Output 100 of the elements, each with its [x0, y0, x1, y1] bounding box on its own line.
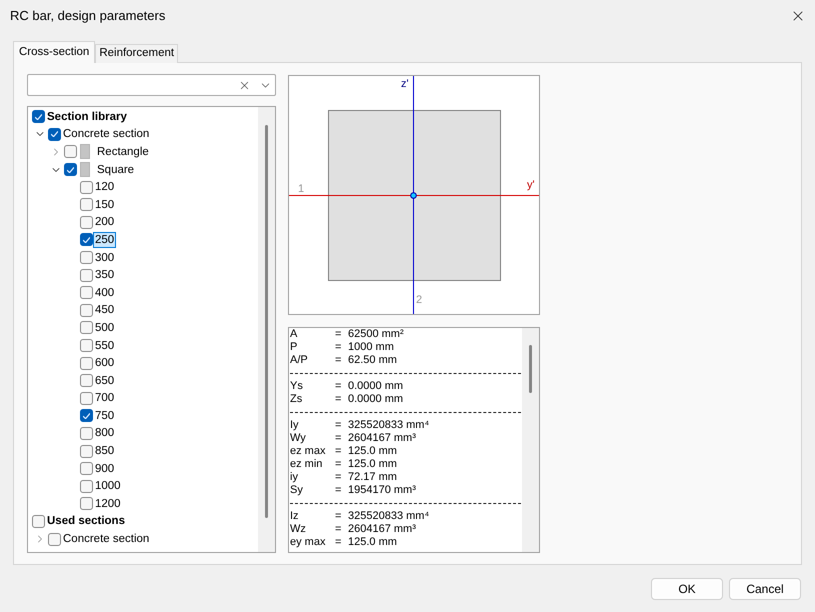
- property-name: Wy: [290, 432, 307, 445]
- tree-item-label[interactable]: 500: [93, 320, 116, 336]
- equals-sign: =: [335, 432, 342, 445]
- property-name: Wz: [290, 523, 307, 536]
- tree-item-label[interactable]: Square: [95, 162, 136, 178]
- centroid-dot-icon: [410, 192, 417, 199]
- checkmark-icon: [83, 236, 90, 243]
- tree-item-label[interactable]: 750: [93, 408, 116, 424]
- tree-item-label[interactable]: 450: [93, 302, 116, 318]
- checkbox[interactable]: [48, 128, 61, 141]
- tree-item-label[interactable]: Concrete section: [61, 126, 152, 142]
- checkbox[interactable]: [64, 163, 77, 176]
- equals-sign: =: [335, 484, 342, 497]
- checkbox[interactable]: [80, 356, 93, 370]
- equals-sign: =: [335, 471, 342, 484]
- checkbox[interactable]: [80, 497, 93, 510]
- tree-item-label[interactable]: 1200: [93, 496, 123, 512]
- tree-item-label[interactable]: 250: [93, 232, 116, 248]
- checkbox[interactable]: [80, 409, 93, 422]
- tree-item-label[interactable]: 600: [93, 355, 116, 372]
- property-name: ey max: [290, 536, 326, 549]
- property-value: 62.50 mm: [348, 354, 397, 367]
- property-value: 325520833 mm⁴: [348, 419, 430, 432]
- checkbox[interactable]: [80, 251, 93, 264]
- property-name: ez min: [290, 458, 324, 471]
- checkbox[interactable]: [80, 321, 93, 334]
- window-title: RC bar, design parameters: [10, 7, 166, 26]
- checkbox[interactable]: [80, 216, 93, 229]
- z-axis-label: z': [401, 78, 409, 90]
- y-axis-label: y': [527, 179, 535, 191]
- tree-item-label[interactable]: Concrete section: [61, 531, 152, 548]
- checkbox[interactable]: [80, 198, 93, 212]
- checkbox[interactable]: [80, 304, 93, 317]
- property-value: 2604167 mm³: [348, 523, 416, 536]
- point-label: 1: [298, 183, 304, 195]
- equals-sign: =: [335, 536, 342, 549]
- checkbox[interactable]: [80, 444, 93, 458]
- checkbox[interactable]: [80, 374, 93, 388]
- tree-item-label[interactable]: 550: [93, 338, 116, 354]
- scrollbar-thumb[interactable]: [529, 345, 532, 393]
- scrollbar-thumb[interactable]: [265, 125, 268, 518]
- equals-sign: =: [335, 523, 342, 536]
- checkbox[interactable]: [80, 339, 93, 352]
- scrollbar-track[interactable]: [258, 107, 275, 552]
- property-value: 0.0000 mm: [348, 393, 404, 406]
- shape-swatch-icon: [80, 144, 90, 160]
- tree-item-label[interactable]: 350: [93, 267, 116, 284]
- tree-item-label[interactable]: 400: [93, 284, 116, 301]
- property-name: Iz: [290, 510, 300, 523]
- checkmark-icon: [83, 412, 90, 419]
- property-value: 125.0 mm: [348, 536, 397, 549]
- checkbox[interactable]: [80, 268, 93, 282]
- tree-item-label[interactable]: 850: [93, 443, 116, 460]
- tree-item-label[interactable]: Used sections: [45, 513, 127, 530]
- property-value: 1000 mm: [348, 341, 394, 354]
- equals-sign: =: [335, 419, 342, 432]
- checkbox[interactable]: [80, 233, 93, 246]
- tree-item-label[interactable]: 900: [93, 460, 116, 477]
- property-value: 72.17 mm: [348, 471, 397, 484]
- checkmark-icon: [51, 131, 58, 138]
- tree-item-label[interactable]: 300: [93, 250, 116, 266]
- property-value: 2604167 mm³: [348, 432, 416, 445]
- equals-sign: =: [335, 354, 342, 367]
- tree-item-label[interactable]: 120: [93, 179, 116, 196]
- property-name: P: [290, 341, 298, 354]
- tree-item-label[interactable]: 700: [93, 390, 116, 406]
- tree-item-label[interactable]: 1000: [93, 478, 123, 494]
- tree-item-label[interactable]: 800: [93, 425, 116, 442]
- tree-item-label[interactable]: 150: [93, 196, 116, 213]
- checkbox[interactable]: [80, 462, 93, 476]
- checkbox[interactable]: [80, 392, 93, 405]
- equals-sign: =: [335, 510, 342, 523]
- checkbox[interactable]: [80, 480, 93, 493]
- tree-item-label[interactable]: Section library: [45, 108, 129, 125]
- checkbox[interactable]: [48, 532, 61, 546]
- tab[interactable]: Reinforcement: [95, 44, 178, 63]
- checkmark-icon: [35, 114, 42, 120]
- tree-item-label[interactable]: 200: [93, 214, 116, 230]
- property-value: 125.0 mm: [348, 445, 397, 458]
- dialog-button[interactable]: Cancel: [729, 578, 801, 600]
- scrollbar-track[interactable]: [522, 328, 539, 552]
- property-value: 125.0 mm: [348, 458, 397, 471]
- checkbox[interactable]: [64, 145, 77, 158]
- checkbox[interactable]: [32, 110, 45, 124]
- checkbox[interactable]: [80, 426, 93, 440]
- tree-item-label[interactable]: 650: [93, 372, 116, 389]
- property-value: 0.0000 mm: [348, 380, 404, 393]
- tree-item-label[interactable]: Rectangle: [95, 144, 151, 160]
- property-name: Iy: [290, 419, 300, 432]
- property-name: ez max: [290, 445, 326, 458]
- property-value: 325520833 mm⁴: [348, 510, 430, 523]
- equals-sign: =: [335, 341, 342, 354]
- checkbox[interactable]: [80, 286, 93, 300]
- equals-sign: =: [335, 328, 342, 341]
- checkbox[interactable]: [80, 180, 93, 194]
- checkbox[interactable]: [32, 514, 45, 528]
- dialog-button[interactable]: OK: [651, 578, 723, 600]
- tab[interactable]: Cross-section: [13, 41, 96, 63]
- property-name: Sy: [290, 484, 304, 497]
- point-label: 2: [416, 294, 422, 306]
